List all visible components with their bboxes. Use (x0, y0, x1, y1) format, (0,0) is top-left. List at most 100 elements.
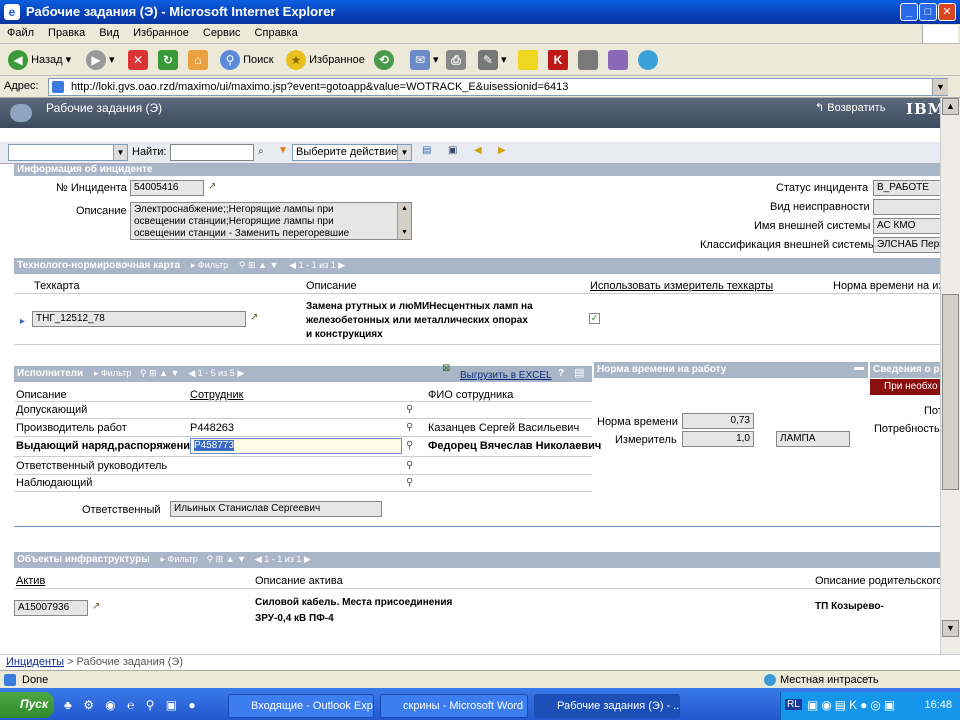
page-scrollbar[interactable]: ▲ ▼ (940, 98, 960, 654)
print-button[interactable]: ⎙ (446, 49, 466, 71)
stop-button[interactable]: ✕ (128, 49, 148, 71)
description-scrollbar[interactable]: ▲ ▼ (397, 203, 411, 239)
filter-link[interactable]: ▸ Фильтр (191, 260, 228, 270)
task-outlook[interactable]: Входящие - Outlook Exp... (228, 694, 374, 718)
scroll-up-button[interactable]: ▲ (942, 98, 959, 115)
incident-number-field[interactable]: 54005416 (130, 180, 204, 196)
save-icon[interactable]: ▣ (448, 145, 457, 156)
table-tools-icon[interactable]: ⚲ ⊞ ▲ ▼ (140, 368, 179, 378)
meter-unit-field[interactable]: ЛАМПА (776, 431, 850, 447)
ext-system-field[interactable]: АС КМО (873, 218, 940, 234)
status-field[interactable]: В_РАБОТЕ (873, 180, 940, 196)
lookup-icon[interactable]: ⚲ (406, 477, 413, 488)
fault-type-field[interactable] (873, 199, 940, 215)
action-select[interactable]: Выберите действие ▼ (292, 144, 412, 161)
lookup-icon[interactable]: ⚲ (406, 422, 413, 433)
find-input[interactable] (170, 144, 254, 161)
asset-field[interactable]: А15007936 (14, 600, 88, 616)
forward-button[interactable]: ▶ ▾ (86, 49, 115, 71)
col-asset[interactable]: Актив (16, 575, 45, 587)
meter-value-field[interactable]: 1,0 (682, 431, 754, 447)
kaspersky-button[interactable]: K (548, 49, 568, 71)
lookup-icon[interactable]: ⚲ (406, 460, 413, 471)
collapse-icon[interactable]: ▬ (854, 362, 864, 373)
binoculars-icon[interactable]: ⌕ (258, 146, 264, 157)
refresh-button[interactable]: ↻ (158, 49, 178, 71)
col-description[interactable]: Описание (306, 280, 357, 292)
notes-button[interactable] (518, 49, 538, 71)
col-norm-time[interactable]: Норма времени на из (833, 280, 940, 292)
research-button[interactable] (578, 49, 598, 71)
go-to-icon[interactable]: ↗ (208, 181, 216, 192)
techcard-field[interactable]: ТНГ_12512_78 (32, 311, 246, 327)
menu-favorites[interactable]: Избранное (126, 24, 196, 42)
tray-icons[interactable]: ▣◉▤K●◎▣ (807, 698, 898, 712)
menu-tools[interactable]: Сервис (196, 24, 248, 42)
menu-edit[interactable]: Правка (41, 24, 92, 42)
menu-view[interactable]: Вид (92, 24, 126, 42)
help-button[interactable]: ? (558, 368, 564, 379)
previous-record-icon[interactable]: ◀ (474, 145, 482, 156)
edit-button[interactable]: ✎ ▾ (478, 49, 507, 71)
history-button[interactable]: ⟲ (374, 49, 394, 71)
close-button[interactable]: ✕ (938, 3, 956, 21)
lookup-icon[interactable]: ⚲ (406, 440, 413, 451)
address-input[interactable]: http://loki.gvs.oao.rzd/maximo/ui/maximo… (48, 78, 948, 96)
query-select[interactable]: ▼ (8, 144, 128, 161)
task-word[interactable]: скрины - Microsoft Word (380, 694, 528, 718)
return-link[interactable]: ↰ Возвратить (815, 101, 885, 114)
lookup-icon[interactable]: ⚲ (406, 404, 413, 415)
incident-description-field[interactable]: Электроснабжение;;Негорящие лампы при ос… (130, 202, 412, 240)
use-meter-checkbox[interactable]: ✓ (589, 313, 600, 324)
new-record-icon[interactable]: ▤ (422, 145, 431, 156)
scroll-thumb[interactable] (942, 294, 959, 490)
col-techcard[interactable]: Техкарта (34, 280, 80, 292)
breadcrumb-link[interactable]: Инциденты (6, 656, 64, 668)
edit-icon: ✎ (478, 50, 498, 71)
filter-link[interactable]: ▸ Фильтр (94, 368, 131, 378)
col-use-meter[interactable]: Использовать измеритель техкарты (590, 280, 773, 292)
executors-paging[interactable]: ◀ 1 - 5 из 5 ▶ (188, 368, 244, 378)
table-tools-icon[interactable]: ⚲ ⊞ ▲ ▼ (207, 554, 246, 564)
executor-row-emp[interactable]: Р448263 (190, 422, 234, 434)
col-exec-emp[interactable]: Сотрудник (190, 389, 243, 401)
language-indicator[interactable]: RL (785, 699, 802, 710)
techcard-paging[interactable]: ◀ 1 - 1 из 1 ▶ (289, 260, 345, 270)
table-tools-icon[interactable]: ⚲ ⊞ ▲ ▼ (239, 260, 278, 270)
maximize-button[interactable]: □ (919, 3, 937, 21)
quick-launch-icons[interactable]: ♣ ⚙ ◉ ℮ ⚲ ▣ ● (64, 698, 200, 712)
address-dropdown-button[interactable]: ▼ (932, 79, 948, 95)
scroll-down-button[interactable]: ▼ (942, 620, 959, 637)
row-expand-icon[interactable]: ▸ (20, 316, 25, 327)
norm-time-field[interactable]: 0,73 (682, 413, 754, 429)
favorites-button[interactable]: ★ Избранное (286, 49, 365, 71)
next-record-icon[interactable]: ▶ (498, 145, 506, 156)
col-exec-desc[interactable]: Описание (16, 389, 67, 401)
col-parent-desc[interactable]: Описание родительского а (815, 575, 940, 587)
col-asset-desc[interactable]: Описание актива (255, 575, 343, 587)
infra-paging[interactable]: ◀ 1 - 1 из 1 ▶ (255, 554, 311, 564)
go-to-icon[interactable]: ↗ (92, 601, 100, 612)
go-to-icon[interactable]: ↗ (250, 312, 258, 323)
filter-link[interactable]: ▸ Фильтр (161, 554, 198, 564)
menu-help[interactable]: Справка (248, 24, 305, 42)
col-exec-fio[interactable]: ФИО сотрудника (428, 389, 513, 401)
table-menu-icon[interactable]: ▤ (574, 366, 584, 379)
excel-icon[interactable]: ⊠ (442, 363, 450, 374)
messenger-button[interactable] (638, 49, 658, 71)
info-button[interactable]: При необхо (870, 379, 940, 395)
minimize-button[interactable]: _ (900, 3, 918, 21)
search-button[interactable]: ⚲ Поиск (220, 49, 274, 71)
breadcrumb: Инциденты > Рабочие задания (Э) (0, 654, 960, 670)
executor-emp-input[interactable]: Р458773 (190, 438, 402, 454)
ext-class-field[interactable]: ЭЛСНАБ Перг (873, 237, 940, 253)
start-button[interactable]: Пуск (0, 692, 54, 718)
home-button[interactable]: ⌂ (188, 49, 208, 71)
task-ie[interactable]: Рабочие задания (Э) - ... (534, 694, 680, 718)
responsible-field[interactable]: Ильиных Станислав Сергеевич (170, 501, 382, 517)
tool-button[interactable] (608, 49, 628, 71)
menu-file[interactable]: Файл (0, 24, 41, 42)
mail-button[interactable]: ✉ ▾ (410, 49, 439, 71)
back-button[interactable]: ◀ Назад ▾ (8, 49, 71, 71)
export-excel-link[interactable]: Выгрузить в EXCEL (460, 370, 552, 381)
